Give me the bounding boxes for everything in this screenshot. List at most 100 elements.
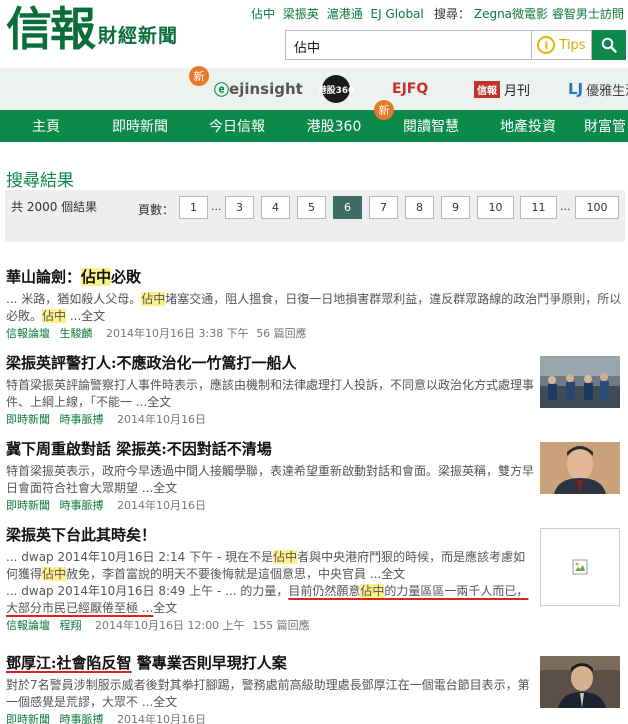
page-button[interactable]: 4 [261,196,290,219]
result-thumbnail-portrait[interactable] [540,442,620,494]
result-snippet: ... 米路，猶如殺人父母。佔中堵塞交通，阻人搵食，日復一日地損害群眾利益，違反… [6,291,622,325]
meta-date: 2014年10月16日 [117,713,206,724]
meta-replies: 56 篇回應 [256,327,307,340]
result-snippet: 特首梁振英評論警察打人事件時表示，應該由機制和法律處理打人投訴，不同意以政治化方… [6,378,535,409]
snippet-text: ... dwap 2014年10月16日 2:14 下午 - 現在不是 [6,550,274,564]
meta-sub-link[interactable]: 時事脈搏 [60,713,104,724]
logo-sub-text: 財經新聞 [98,25,179,47]
ejinsight-link[interactable]: ⓔ ejinsight [214,68,303,110]
brands-strip: 新 ⓔ ejinsight 港股360 EJFQ 信報 月刊 LJ 優雅生活 [0,66,628,110]
search-input[interactable]: 佔中 [285,30,532,60]
title-text-underlined: 鄧厚江:社會陷反智 [6,654,132,672]
nav-property[interactable]: 地產投資 [480,110,576,142]
result-thumbnail-speaker[interactable] [540,656,620,708]
results-total: 共 2000 個結果 [11,200,98,214]
result-title[interactable]: 鄧厚江:社會陷反智 警專業否則早現打人案 [6,653,536,673]
meta-sub-link[interactable]: 時事脈搏 [60,413,104,426]
page-ellipsis: ... [560,200,571,213]
lj-link[interactable]: LJ 優雅生活 [568,68,628,110]
result-item: 冀下周重啟對話 梁振英:不因對話不清場 特首梁振英表示，政府今早透過中間人接觸學… [6,439,536,514]
result-meta: 即時新聞 時事脈搏 2014年10月16日 [6,412,536,428]
page-button[interactable]: 3 [225,196,254,219]
meta-section-link[interactable]: 即時新聞 [6,713,50,724]
page-button[interactable]: 9 [441,196,470,219]
hot-link-shanghai-connect[interactable]: 滬港通 [327,7,363,21]
meta-replies: 155 篇回應 [252,619,310,632]
search-promo: 搜尋： Zegna微電影 睿智男士訪問 [434,5,624,22]
result-meta: 即時新聞 時事脈搏 2014年10月16日 [6,712,536,724]
ejinsight-label: ejinsight [229,80,303,98]
result-snippet: 特首梁振英表示，政府今早透過中間人接觸學聯，表達希望重新啟動對話和會面。梁振英稱… [6,464,535,495]
meta-author-link[interactable]: 生駿麟 [60,327,93,340]
tips-button[interactable]: i Tips [532,30,592,60]
result-title[interactable]: 梁振英下台此其時矣！ [6,525,536,545]
snippet-highlight: 佔中 [42,567,67,581]
result-item: 鄧厚江:社會陷反智 警專業否則早現打人案 對於7名警員涉制服示威者後對其拳打腳踢… [6,653,536,724]
broken-image-icon [572,559,588,575]
hot-link-cy-leung[interactable]: 梁振英 [283,7,319,21]
page-button[interactable]: 10 [477,196,514,219]
result-snippet: ... dwap 2014年10月16日 8:49 上午 - ... 的力量，目… [6,583,536,617]
meta-section-link[interactable]: 即時新聞 [6,413,50,426]
hot-link-ej-global[interactable]: EJ Global [371,7,424,21]
snippet-text: 全文 [153,601,178,615]
hkej-logo[interactable]: 信報 財經新聞 [6,2,178,56]
page-button[interactable]: 8 [405,196,434,219]
nav-reading[interactable]: 閱讀智慧 [382,110,480,142]
title-highlight: 佔中 [81,268,112,286]
portrait-photo [540,442,620,494]
logo-main-text: 信報 [6,2,96,56]
snippet-highlight: 佔中 [42,309,67,323]
page-button[interactable]: 7 [369,196,398,219]
result-item: 梁振英評警打人:不應政治化一竹篙打一船人 特首梁振英評論警察打人事件時表示，應該… [6,353,536,428]
result-thumbnail-broken[interactable] [540,528,620,606]
gangu360-link[interactable]: 港股360 [318,68,354,110]
nav-today[interactable]: 今日信報 [188,110,286,142]
site-header: 信報 財經新聞 佔中 梁振英 滬港通 EJ Global 搜尋： Zegna微電… [0,0,628,68]
snippet-highlight-underlined: 佔中 [360,584,385,598]
nav-instant-news[interactable]: 即時新聞 [92,110,188,142]
title-text: 警專業否則早現打人案 [131,654,287,672]
nav-gangu360[interactable]: 港股360 [286,110,382,142]
result-snippet: ... dwap 2014年10月16日 2:14 下午 - 現在不是佔中者與中… [6,549,536,583]
new-badge: 新 [189,66,209,86]
meta-author-link[interactable]: 程翔 [60,619,82,632]
result-title[interactable]: 冀下周重啟對話 梁振英:不因對話不清場 [6,439,536,459]
results-title: 搜尋結果 [6,171,74,191]
speaker-photo [540,656,620,708]
tips-label: Tips [559,37,586,53]
snippet-text: ... 米路，猶如殺人父母。 [6,292,142,306]
snippet-text: 赦免，李首富說的明天不要後悔就是這個意思，中央官員 ...全文 [66,567,406,581]
page-button-current[interactable]: 6 [333,196,362,219]
meta-section-link[interactable]: 信報論壇 [6,327,50,340]
result-thumbnail-police[interactable] [540,356,620,408]
title-text: 必敗 [111,268,142,286]
page-button[interactable]: 5 [297,196,326,219]
hot-link-occupy[interactable]: 佔中 [251,7,275,21]
page-button[interactable]: 11 [520,196,557,219]
meta-sub-link[interactable]: 時事脈搏 [60,499,104,512]
snippet-text: ...全文 [66,309,106,323]
monthly-link[interactable]: 信報 月刊 [474,68,530,110]
result-title[interactable]: 華山論劍：佔中必敗 [6,267,622,287]
nav-wealth[interactable]: 財富管 [576,110,628,142]
search-button[interactable] [592,30,626,60]
snippet-text: ... dwap 2014年10月16日 8:49 上午 - ... 的力量， [6,584,289,598]
ejinsight-mark: ⓔ [214,80,230,99]
lj-mark: LJ [568,80,584,98]
result-snippet: 對於7名警員涉制服示威者後對其拳打腳踢，警務處前高級助理處長鄧厚江在一個電台節目… [6,678,530,709]
search-promo-links[interactable]: Zegna微電影 睿智男士訪問 [474,7,624,21]
nav-home[interactable]: 主頁 [0,110,92,142]
search-icon [601,37,617,53]
gangu360-logo: 港股360 [318,75,354,103]
page-button-last[interactable]: 100 [575,196,619,219]
meta-section-link[interactable]: 信報論壇 [6,619,50,632]
result-title[interactable]: 梁振英評警打人:不應政治化一竹篙打一船人 [6,353,536,373]
page-button[interactable]: 1 [179,196,208,219]
result-item: 華山論劍：佔中必敗 ... 米路，猶如殺人父母。佔中堵塞交通，阻人搵食，日復一日… [6,267,622,342]
meta-section-link[interactable]: 即時新聞 [6,499,50,512]
page-ellipsis: ... [211,200,222,213]
snippet-highlight: 佔中 [141,292,166,306]
meta-date: 2014年10月16日 3:38 下午 [106,327,249,340]
ejfq-link[interactable]: EJFQ [392,68,428,110]
